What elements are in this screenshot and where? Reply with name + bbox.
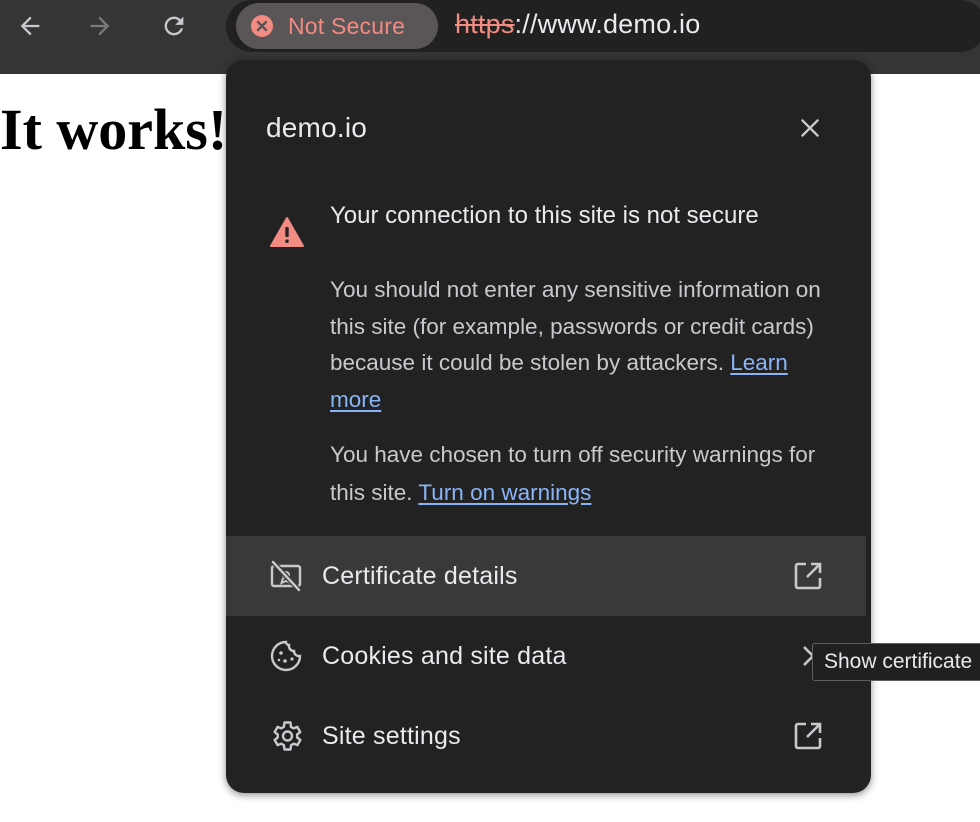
close-icon bbox=[801, 119, 819, 137]
site-settings-label: Site settings bbox=[322, 721, 461, 750]
close-button[interactable] bbox=[792, 110, 828, 146]
warning-heading: Your connection to this site is not secu… bbox=[330, 202, 759, 229]
popup-title: demo.io bbox=[266, 112, 368, 143]
security-chip[interactable]: Not Secure bbox=[236, 3, 438, 49]
arrow-left-icon bbox=[20, 16, 40, 36]
external-link-icon bbox=[790, 558, 826, 594]
warnings-off-message: You have chosen to turn off security war… bbox=[330, 436, 840, 512]
tooltip: Show certificate bbox=[812, 643, 980, 681]
url-host: ://www.demo.io bbox=[514, 9, 701, 39]
error-circle-icon bbox=[251, 15, 273, 37]
address-bar[interactable]: Not Secure https://www.demo.io bbox=[226, 0, 980, 52]
security-chip-label: Not Secure bbox=[288, 12, 406, 39]
warning-icon bbox=[270, 217, 304, 247]
page-heading: It works! bbox=[0, 97, 228, 162]
site-info-popup: demo.io Your connection to this site is … bbox=[226, 60, 871, 793]
turn-on-warnings-link[interactable]: Turn on warnings bbox=[418, 480, 591, 505]
gear-icon bbox=[268, 718, 304, 754]
back-button[interactable] bbox=[10, 6, 50, 46]
certificate-details-row[interactable]: Certificate details bbox=[226, 536, 866, 616]
certificate-off-icon bbox=[268, 558, 304, 594]
url-text[interactable]: https://www.demo.io bbox=[455, 9, 700, 40]
certificate-details-label: Certificate details bbox=[322, 561, 518, 590]
forward-button[interactable] bbox=[80, 6, 120, 46]
reload-icon bbox=[164, 16, 184, 36]
cookie-icon bbox=[268, 638, 304, 674]
arrow-right-icon bbox=[90, 16, 110, 36]
warning-body: You should not enter any sensitive infor… bbox=[330, 272, 840, 418]
external-link-icon bbox=[790, 718, 826, 754]
url-scheme: https bbox=[455, 9, 515, 39]
cookies-row[interactable]: Cookies and site data bbox=[226, 616, 871, 696]
reload-button[interactable] bbox=[154, 6, 194, 46]
cookies-label: Cookies and site data bbox=[322, 641, 567, 670]
site-settings-row[interactable]: Site settings bbox=[226, 696, 871, 776]
